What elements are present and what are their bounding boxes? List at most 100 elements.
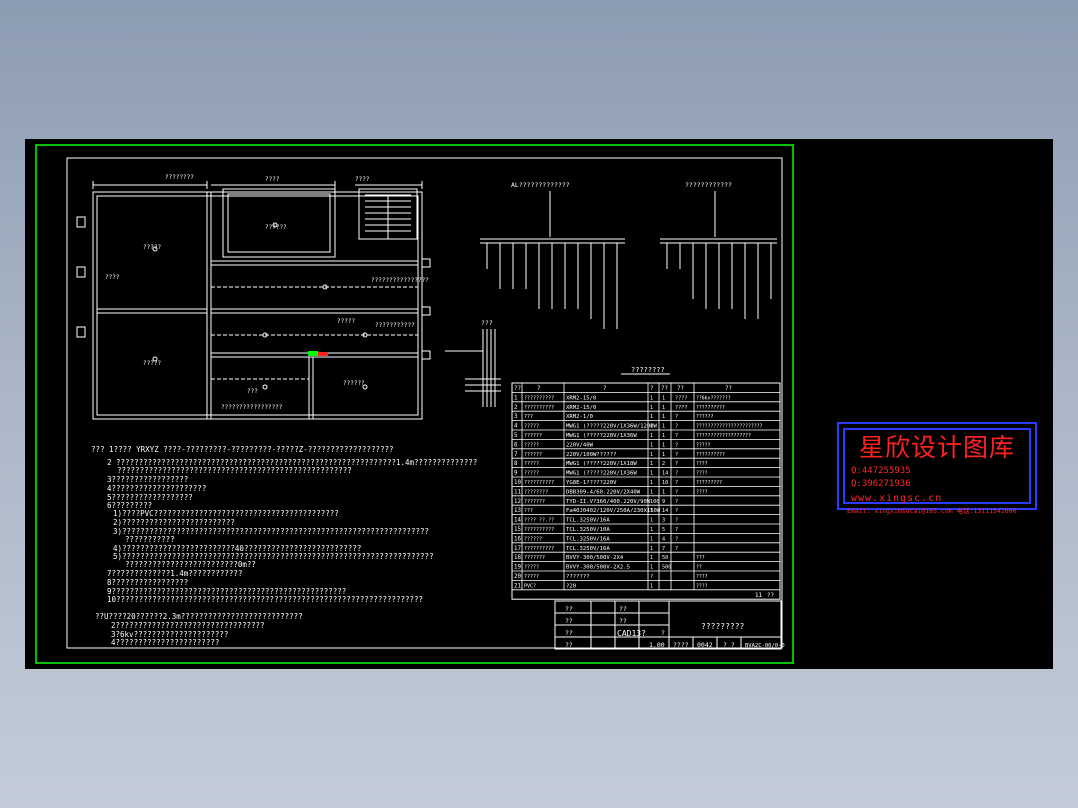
table-cell: 100 [650,499,659,505]
table-cell: ??? [524,414,533,420]
title-block-label: ?? [619,605,627,613]
table-cell: 1 [650,433,653,439]
table-cell: ? [675,442,678,448]
table-cell: ? [675,424,678,430]
table-cell: 220V/40W [566,442,594,448]
table-cell: ? [675,499,678,505]
table-cell: 10 [514,480,521,486]
table-cell: ? [650,574,653,580]
diagram-lower-label: ??? [481,319,493,327]
highlight-mark-green [308,351,318,356]
drawing-sheet: ????? ????? ?????? ????? ?????? ??? ????… [35,144,794,664]
table-cell: 7 [662,546,665,552]
table-cell: MWG1 (?????220V/1X36W [566,471,637,477]
table-cell: 2 [662,461,665,467]
corridor-label: ????????????????? [221,404,283,411]
table-cell: ? [675,414,678,420]
table-cell: 15 [514,527,521,533]
table-cell: 1 [650,461,653,467]
title-block-cell: 1.00 [649,641,665,649]
watermark-title: 星欣设计图库 [858,433,1015,462]
note-line: ?????????????????????????0m?? [125,560,256,569]
table-cell: 1 [650,480,653,486]
table-header-cell: ? [650,386,654,392]
table-cell: ? [675,518,678,524]
table-cell: 18 [514,555,521,561]
table-cell: 9 [662,499,665,505]
table-cell: ? [675,527,678,533]
floor-plan [76,181,431,420]
table-cell: 1 [650,508,653,514]
table-header-cell: ?? [677,386,684,392]
plan-legend-note: ??????????? [375,322,415,329]
diagram-title-left: AL????????????? [511,181,570,189]
table-cell: 9 [514,471,518,477]
table-cell: 1 [662,424,665,430]
title-block-label: ?? [565,629,573,637]
table-cell: 1 [650,555,653,561]
table-cell: 8 [514,461,518,467]
table-cell: 1 [662,395,665,401]
room-label: ????? [143,360,161,367]
table-cell: ???? [696,461,708,467]
table-cell: ?????????? [524,395,554,401]
note-line: 8????????????????? [107,578,188,587]
table-cell: 3 [514,414,518,420]
table-cell: ???? [696,489,708,495]
table-cell: 1 [650,583,653,589]
table-cell: BVVY-300/500V-2X2.5 [566,565,630,571]
table-cell: ???? [696,574,708,580]
design-notes: ??? 1???? YRXYZ ????-?????????-?????????… [91,445,477,647]
table-cell: 500 [662,565,671,571]
room-label: ?????? [343,380,365,387]
material-table: ????????? ??1?????????? XRM2-15/0 1 1???? ??6… [511,382,781,600]
title-block-label: ?? [565,605,573,613]
table-cell: ? [675,546,678,552]
table-cell: XRM2-1/0 [566,414,593,420]
highlight-mark-red [318,352,328,356]
table-cell: ???? [696,471,708,477]
cad-viewport[interactable]: ????? ????? ?????? ????? ?????? ??? ????… [25,139,1053,669]
table-cell: ??? [696,555,705,561]
title-block-q: ? [661,629,665,637]
table-cell: MWG1 (?????220V/1X18W [566,461,637,467]
table-cell: 21 [514,583,521,589]
table-cell: ?????? [524,433,542,439]
table-cell: ????? [524,424,539,430]
distribution-diagram-lower [445,329,501,407]
table-header-cell: ?? [514,386,521,392]
watermark-contact: Email: xingximsucai@163.com 电话:131115426… [847,507,1017,515]
table-cell: 1 [650,452,653,458]
table-border [511,382,781,600]
table-cell: 19 [514,565,521,571]
dimension-label: ???? [265,176,280,183]
table-cell: 2 [514,405,518,411]
table-cell: 1 [662,489,665,495]
table-cell: 50 [662,555,668,561]
table-cell: 11 [514,489,521,495]
table-cell: 20 [514,574,521,580]
table-cell: 5 [662,527,665,533]
table-cell: ? [675,480,678,486]
table-cell: ????? [524,442,539,448]
table-cell: ?????? [696,414,713,420]
table-cell: PVC? [524,583,536,589]
note-line: 4????????????????????? [107,484,206,493]
title-block-drawing-name: ????????? [701,622,745,631]
watermark-qq: Q:396271936 [851,479,911,489]
table-cell: 14 [662,471,668,477]
table-header-cell: ?? [661,386,668,392]
title-block-label: ?? [565,641,573,649]
note-line: 2????????????????????????????????? [111,621,265,630]
table-cell: 1 [662,405,665,411]
table-cell: TCL.3250V/16A [566,546,610,552]
title-block [554,600,782,650]
table-cell: ?????? [524,452,542,458]
table-cell: ????????? [696,480,722,486]
table-cell: 1 [514,395,518,401]
table-cell: 17 [514,546,521,552]
note-line: 7?????????????1.4m???????????? [107,569,242,578]
table-cell: ?????????? [524,405,554,411]
table-cell: ??????? [524,499,545,505]
table-header-cell: ?? [725,386,732,392]
